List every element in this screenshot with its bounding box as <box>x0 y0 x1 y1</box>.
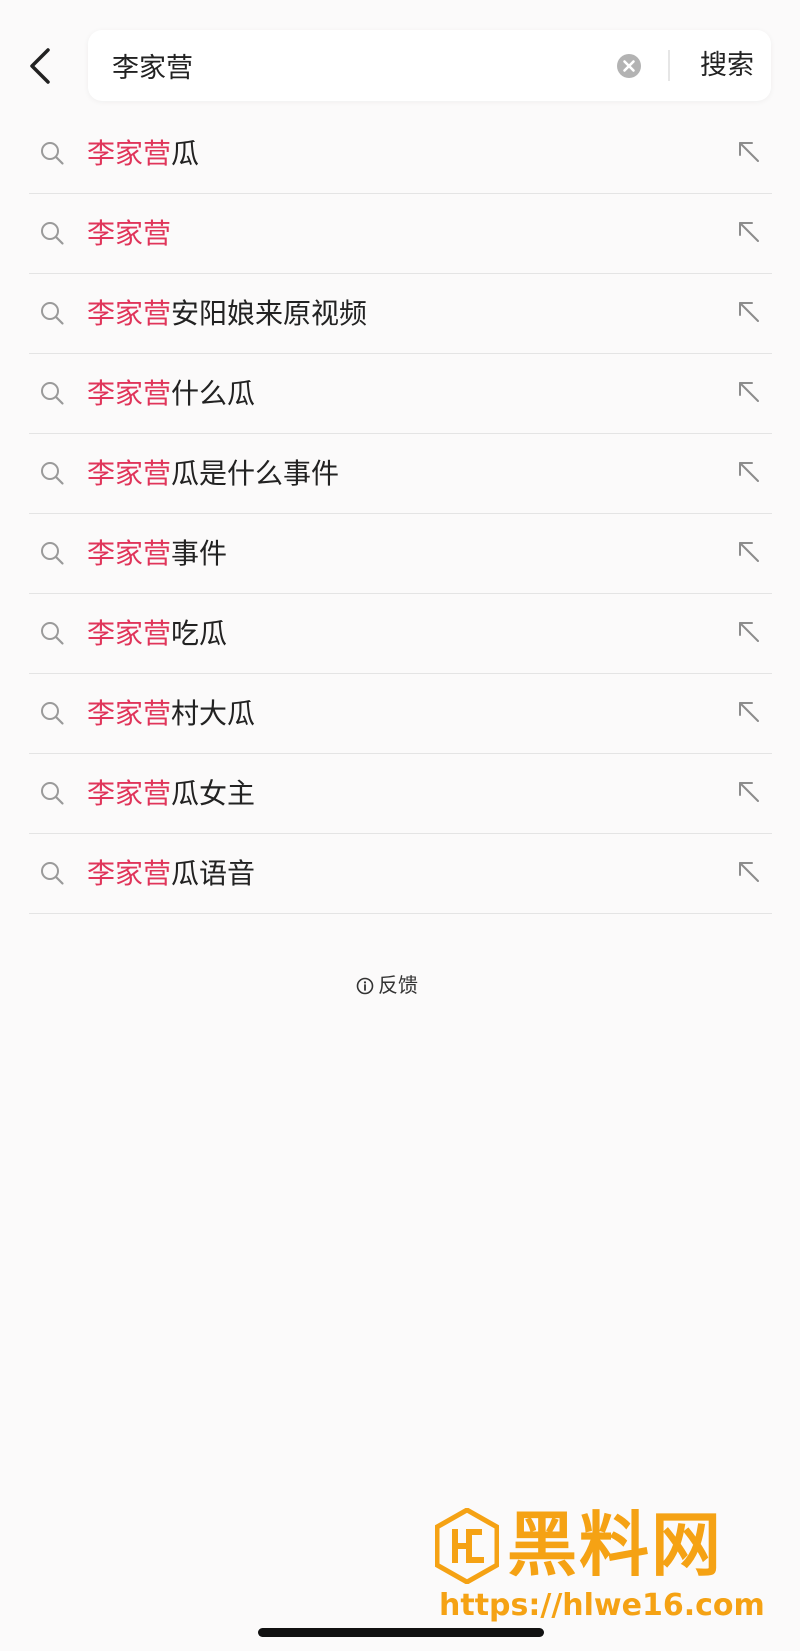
suggestion-item[interactable]: 李家营瓜 <box>29 114 772 194</box>
fill-query-arrow-icon[interactable] <box>736 459 762 485</box>
fill-query-arrow-icon[interactable] <box>736 699 762 725</box>
suggestion-rest: 什么瓜 <box>171 377 256 410</box>
suggestion-text: 李家营瓜女主 <box>87 754 255 833</box>
suggestion-highlight: 李家营 <box>87 377 172 410</box>
chevron-left-icon <box>30 48 50 84</box>
suggestion-item[interactable]: 李家营瓜是什么事件 <box>29 434 772 514</box>
feedback-label: 反馈 <box>378 973 418 997</box>
search-icon <box>41 302 64 325</box>
watermark-url: https://hlwe16.com <box>439 1588 765 1623</box>
suggestion-list: 李家营瓜 李家营 李家营安阳娘来原视频 李家营什么瓜 李家营瓜是什么事件 李家营事件 李家营… <box>29 114 772 914</box>
fill-query-arrow-icon[interactable] <box>736 299 762 325</box>
search-button[interactable]: 搜索 <box>684 30 770 101</box>
fill-query-arrow-icon[interactable] <box>736 219 762 245</box>
suggestion-rest: 村大瓜 <box>171 697 256 730</box>
feedback-button[interactable]: 反馈 <box>356 965 418 1005</box>
suggestion-item[interactable]: 李家营村大瓜 <box>29 674 772 754</box>
back-button[interactable] <box>22 42 62 90</box>
fill-query-arrow-icon[interactable] <box>736 539 762 565</box>
suggestion-item[interactable]: 李家营瓜语音 <box>29 834 772 914</box>
suggestion-highlight: 李家营 <box>87 777 172 810</box>
suggestion-text: 李家营 <box>87 194 171 273</box>
suggestion-text: 李家营瓜 <box>87 114 199 193</box>
fill-query-arrow-icon[interactable] <box>736 139 762 165</box>
clear-button[interactable] <box>616 53 642 79</box>
info-icon <box>356 977 374 995</box>
suggestion-item[interactable]: 李家营 <box>29 194 772 274</box>
clear-circle-icon <box>617 54 641 78</box>
watermark-logo <box>435 1508 499 1584</box>
search-icon <box>41 142 64 165</box>
search-box: 搜索 <box>88 30 771 101</box>
suggestion-rest: 安阳娘来原视频 <box>171 297 368 330</box>
suggestion-item[interactable]: 李家营安阳娘来原视频 <box>29 274 772 354</box>
suggestion-text: 李家营什么瓜 <box>87 354 255 433</box>
suggestion-text: 李家营瓜是什么事件 <box>87 434 339 513</box>
home-indicator <box>258 1628 544 1637</box>
search-icon <box>41 462 64 485</box>
suggestion-highlight: 李家营 <box>87 857 172 890</box>
suggestion-rest: 瓜 <box>171 137 200 170</box>
search-icon <box>41 862 64 885</box>
suggestion-highlight: 李家营 <box>87 537 172 570</box>
suggestion-highlight: 李家营 <box>87 297 172 330</box>
fill-query-arrow-icon[interactable] <box>736 379 762 405</box>
suggestion-highlight: 李家营 <box>87 457 172 490</box>
suggestion-item[interactable]: 李家营吃瓜 <box>29 594 772 674</box>
search-input[interactable] <box>112 30 582 101</box>
fill-query-arrow-icon[interactable] <box>736 859 762 885</box>
suggestion-item[interactable]: 李家营什么瓜 <box>29 354 772 434</box>
fill-query-arrow-icon[interactable] <box>736 779 762 805</box>
suggestion-text: 李家营事件 <box>87 514 227 593</box>
watermark: 黑料网 https://hlwe16.com <box>435 1500 775 1623</box>
search-icon <box>41 782 64 805</box>
watermark-title: 黑料网 <box>507 1504 723 1586</box>
suggestion-text: 李家营吃瓜 <box>87 594 227 673</box>
suggestion-rest: 事件 <box>171 537 228 570</box>
top-bar: 搜索 <box>0 0 800 120</box>
fill-query-arrow-icon[interactable] <box>736 619 762 645</box>
suggestion-highlight: 李家营 <box>87 617 172 650</box>
divider <box>668 50 670 81</box>
suggestion-highlight: 李家营 <box>87 217 172 250</box>
suggestion-text: 李家营村大瓜 <box>87 674 255 753</box>
suggestion-text: 李家营安阳娘来原视频 <box>87 274 367 353</box>
suggestion-rest: 瓜是什么事件 <box>171 457 340 490</box>
search-icon <box>41 382 64 405</box>
search-icon <box>41 702 64 725</box>
search-icon <box>41 622 64 645</box>
suggestion-highlight: 李家营 <box>87 697 172 730</box>
suggestion-rest: 吃瓜 <box>171 617 228 650</box>
search-icon <box>41 222 64 245</box>
suggestion-item[interactable]: 李家营瓜女主 <box>29 754 772 834</box>
suggestion-rest: 瓜女主 <box>171 777 256 810</box>
suggestion-rest: 瓜语音 <box>171 857 256 890</box>
suggestion-highlight: 李家营 <box>87 137 172 170</box>
search-icon <box>41 542 64 565</box>
suggestion-text: 李家营瓜语音 <box>87 834 255 913</box>
suggestion-item[interactable]: 李家营事件 <box>29 514 772 594</box>
